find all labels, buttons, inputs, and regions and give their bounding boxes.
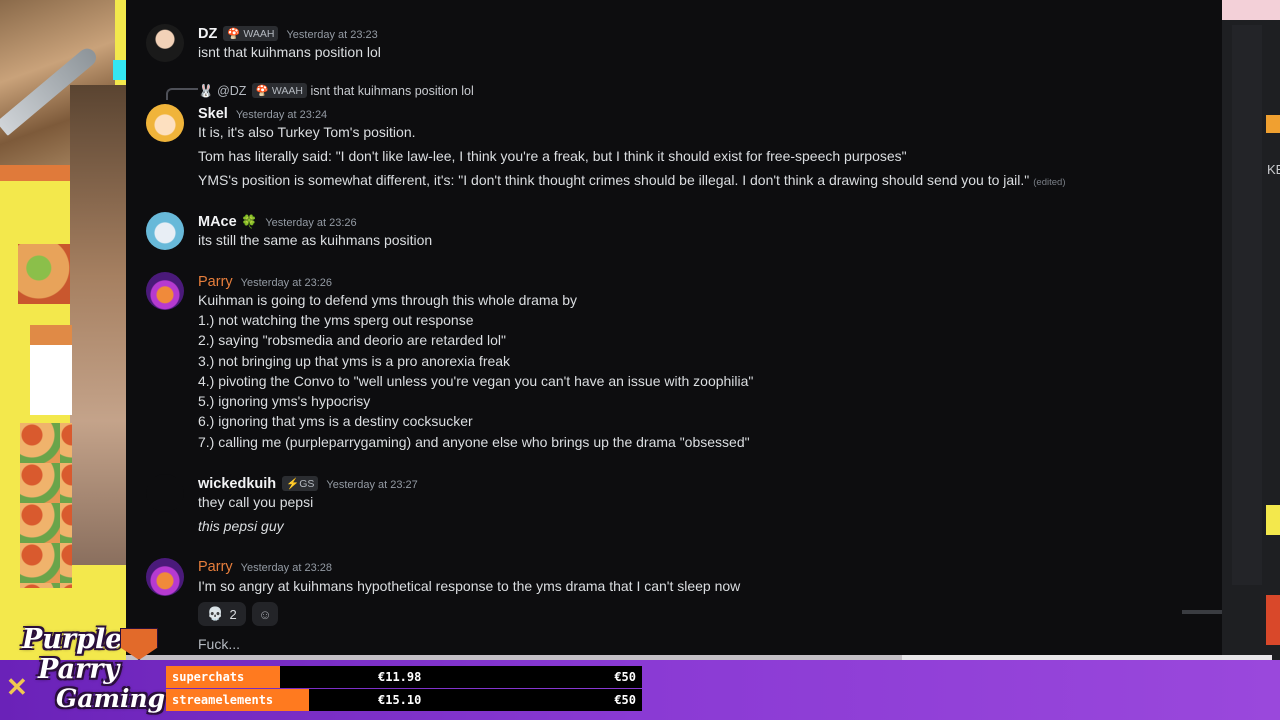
message-text: I'm so angry at kuihmans hypothetical re… <box>198 578 741 594</box>
webcam-collage <box>0 0 128 660</box>
reaction-skull[interactable]: 💀 2 <box>198 602 246 626</box>
user-avatar[interactable] <box>146 474 184 512</box>
message-text: YMS's position is somewhat different, it… <box>198 172 1066 188</box>
message-text: 6.) ignoring that yms is a destiny cocks… <box>198 413 473 429</box>
smiley-icon: ☺ <box>258 606 272 622</box>
user-avatar[interactable] <box>146 558 184 596</box>
message-text: its still the same as kuihmans position <box>198 232 433 248</box>
role-badge: 🍄 WAAH <box>223 26 279 41</box>
message-text: 2.) saying "robsmedia and deorio are ret… <box>198 332 506 348</box>
user-avatar[interactable] <box>146 24 184 62</box>
message-text: 7.) calling me (purpleparrygaming) and a… <box>198 434 750 450</box>
message-text: they call you pepsi <box>198 494 314 510</box>
goal-current: €11.98 <box>378 670 422 684</box>
pizza-image <box>20 423 72 588</box>
message-text: Kuihman is going to defend yms through t… <box>198 292 577 308</box>
panel-accent <box>1266 505 1280 535</box>
username[interactable]: Parry <box>198 559 233 575</box>
message-text: Fuck... <box>198 636 241 652</box>
user-avatar[interactable] <box>146 272 184 310</box>
role-badge: ⚡GS <box>282 476 319 491</box>
reply-connector <box>166 88 198 100</box>
user-avatar[interactable] <box>146 104 184 142</box>
reply-avatar-icon: 🐰 <box>198 84 214 98</box>
panel-column <box>1232 25 1262 585</box>
username[interactable]: MAce <box>198 214 237 230</box>
goal-label: streamelements <box>166 689 309 711</box>
message-text: Tom has literally said: "I don't like la… <box>198 148 907 164</box>
clover-icon: 🍀 <box>241 214 258 229</box>
panel-text: KE <box>1267 162 1280 177</box>
message-text: this pepsi guy <box>198 518 284 534</box>
orange-strip <box>0 165 70 181</box>
skull-icon: 💀 <box>207 606 224 621</box>
panel-accent <box>1266 115 1280 133</box>
message-text: 1.) not watching the yms sperg out respo… <box>198 312 474 328</box>
message-text: 3.) not bringing up that yms is a pro an… <box>198 353 511 369</box>
message-text: 5.) ignoring yms's hypocrisy <box>198 393 371 409</box>
reaction-count: 2 <box>229 606 237 622</box>
shield-icon <box>120 628 158 660</box>
username[interactable]: DZ <box>198 26 217 42</box>
pizza-image <box>18 244 70 304</box>
panel-strip <box>1222 0 1280 20</box>
pizza-image <box>30 325 72 415</box>
goal-label: superchats <box>166 666 280 688</box>
timestamp: Yesterday at 23:27 <box>326 479 418 491</box>
add-reaction-button[interactable]: ☺ <box>252 602 278 626</box>
donation-goal-bar: superchats €11.98 €50 <box>166 666 642 688</box>
goal-target: €50 <box>614 670 636 684</box>
role-badge: 🍄 WAAH <box>251 83 308 98</box>
reply-username: @DZ <box>217 84 247 98</box>
timestamp: Yesterday at 23:26 <box>240 277 332 289</box>
reply-text: isnt that kuihmans position lol <box>310 84 474 98</box>
username[interactable]: Skel <box>198 106 228 122</box>
username[interactable]: Parry <box>198 274 233 290</box>
reply-preview[interactable]: 🐰 @DZ 🍄 WAAH isnt that kuihmans position… <box>198 83 474 99</box>
panel-accent <box>1266 595 1280 645</box>
username[interactable]: wickedkuih <box>198 476 276 492</box>
right-panel: KE <box>1222 0 1280 660</box>
user-avatar[interactable] <box>146 212 184 250</box>
timestamp: Yesterday at 23:24 <box>235 109 328 121</box>
timestamp: Yesterday at 23:26 <box>265 217 357 229</box>
message-text: It is, it's also Turkey Tom's position. <box>198 124 416 140</box>
swords-icon: ✕ <box>6 672 28 702</box>
logo-line: Parry <box>38 654 120 685</box>
edited-label: (edited) <box>1033 177 1066 188</box>
donation-goal-bar: streamelements €15.10 €50 <box>166 689 642 711</box>
message-text: isnt that kuihmans position lol <box>198 44 381 60</box>
discord-chat: DZ 🍄 WAAH Yesterday at 23:23 isnt that kui… <box>126 0 1222 655</box>
timestamp: Yesterday at 23:23 <box>286 29 378 41</box>
message-text: 4.) pivoting the Convo to "well unless y… <box>198 373 754 389</box>
scrollbar-thumb[interactable] <box>1182 610 1222 614</box>
channel-logo: Purple Parry Gaming ✕ <box>0 622 170 720</box>
logo-line: Purple <box>22 624 123 655</box>
goal-target: €50 <box>614 693 636 707</box>
goal-current: €15.10 <box>378 693 422 707</box>
logo-line: Gaming <box>56 684 166 713</box>
timestamp: Yesterday at 23:28 <box>240 562 332 574</box>
hand-photo <box>70 85 128 565</box>
